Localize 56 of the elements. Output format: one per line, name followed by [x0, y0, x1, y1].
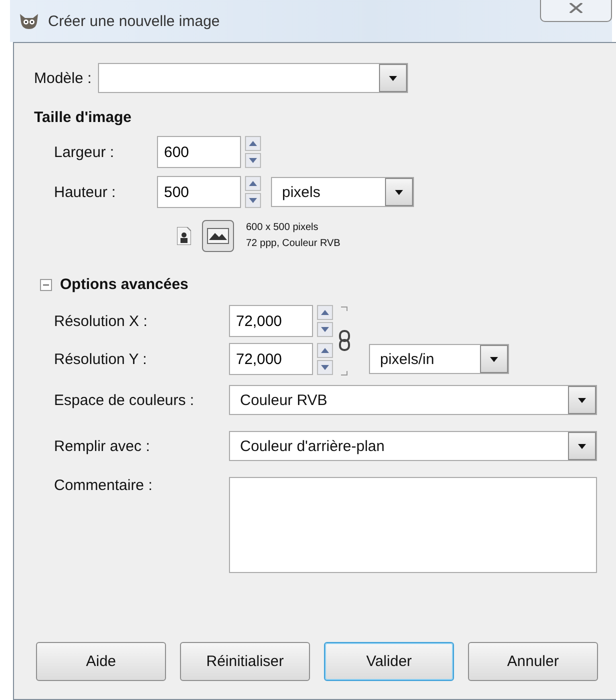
template-dropdown[interactable]: [98, 63, 408, 93]
window-title: Créer une nouvelle image: [48, 12, 220, 30]
dialog-button[interactable]: Valider: [324, 642, 454, 681]
close-button[interactable]: [540, 0, 612, 22]
spin-down-button[interactable]: [317, 360, 333, 375]
template-label: Modèle :: [34, 70, 92, 86]
height-field[interactable]: 500: [157, 176, 241, 208]
caret-down-icon: [578, 444, 586, 448]
up-arrow-icon: [321, 348, 329, 353]
up-arrow-icon: [321, 310, 329, 315]
spin-down-button[interactable]: [317, 322, 333, 337]
image-info-text: 72 ppp, Couleur RVB: [246, 237, 340, 251]
up-arrow-icon: [249, 141, 257, 146]
color-space-label: Espace de couleurs :: [54, 391, 196, 411]
caret-down-icon: [490, 356, 498, 362]
width-label: Largeur :: [54, 144, 116, 160]
color-space-dropdown[interactable]: Couleur RVB: [229, 385, 597, 415]
comment-field[interactable]: [229, 477, 597, 573]
fill-dropdown[interactable]: Couleur d'arrière-plan: [229, 431, 597, 461]
unit-dropdown[interactable]: pixels: [271, 177, 414, 207]
caret-down-icon: [388, 76, 397, 80]
spin-down-button[interactable]: [245, 153, 261, 168]
down-arrow-icon: [321, 327, 329, 332]
spin-up-button[interactable]: [317, 305, 333, 320]
landscape-icon: [207, 228, 229, 244]
resolution-unit-dropdown[interactable]: pixels/in: [369, 344, 509, 374]
spin-down-button[interactable]: [245, 193, 261, 208]
section-heading: Taille d'image: [34, 109, 132, 126]
fill-label: Remplir avec :: [54, 437, 151, 457]
dialog-button[interactable]: Annuler: [468, 642, 598, 681]
image-info-text: 600 x 500 pixels: [246, 221, 320, 235]
chain-link-icon: [337, 305, 353, 377]
dialog-button[interactable]: Aide: [36, 642, 166, 681]
down-arrow-icon: [249, 158, 257, 163]
up-arrow-icon: [249, 181, 257, 186]
dialog-button[interactable]: Réinitialiser: [180, 642, 310, 681]
caret-down-icon: [395, 190, 403, 194]
resolution-x-label: Résolution X :: [54, 312, 148, 330]
spin-up-button[interactable]: [317, 343, 333, 358]
caret-down-icon: [578, 398, 586, 402]
spin-up-button[interactable]: [245, 136, 261, 151]
comment-label: Commentaire :: [54, 477, 154, 494]
resolution-x-field[interactable]: 72,000: [229, 305, 313, 337]
down-arrow-icon: [249, 198, 257, 203]
portrait-icon: [177, 227, 191, 245]
resolution-y-label: Résolution Y :: [54, 350, 148, 368]
down-arrow-icon: [321, 365, 329, 370]
section-heading: Options avancées: [60, 276, 188, 293]
width-field[interactable]: 600: [157, 136, 241, 168]
resolution-y-field[interactable]: 72,000: [229, 343, 313, 375]
orientation-button[interactable]: [202, 220, 234, 252]
close-icon: [569, 3, 583, 13]
height-label: Hauteur :: [54, 184, 117, 200]
app-logo-icon: [18, 12, 40, 30]
expander-toggle[interactable]: [40, 278, 52, 290]
spin-up-button[interactable]: [245, 176, 261, 191]
